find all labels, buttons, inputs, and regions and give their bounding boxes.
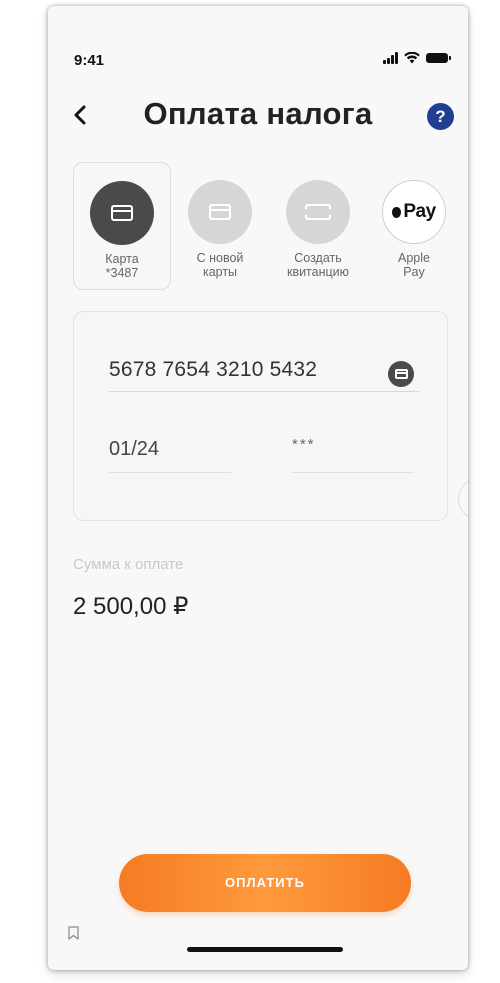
method-saved-card[interactable]: Карта *3487 [73,162,171,290]
phone-screen: 9:41 Оплата налога ? Карта *3487 С новой… [48,6,468,970]
card-icon [111,205,133,221]
method-label: Apple Pay [398,251,430,279]
amount-label: Сумма к оплате [73,556,184,573]
pay-button[interactable]: ОПЛАТИТЬ [119,854,411,912]
card-form: 5678 7654 3210 5432 01/24 *** [73,311,448,521]
method-label: Создать квитанцию [286,251,350,279]
ticket-icon [302,204,334,220]
apple-logo-icon [392,207,402,218]
cvv-field[interactable]: *** [292,436,316,453]
expiry-field[interactable]: 01/24 [109,438,159,461]
battery-icon [426,53,451,63]
apple-pay-mark: Pay [403,201,436,222]
payment-methods: Карта *3487 С новой карты Создать квитан… [73,162,463,296]
wifi-icon [404,52,420,64]
method-new-card[interactable]: С новой карты [171,162,269,290]
create-receipt-circle [286,180,350,244]
expiry-underline [109,472,231,473]
help-icon[interactable]: ? [427,103,454,130]
method-label: Карта *3487 [105,252,139,280]
new-card-circle [188,180,252,244]
status-icons [383,52,451,64]
next-card-peek[interactable] [458,478,468,520]
card-number-field[interactable]: 5678 7654 3210 5432 [109,358,317,382]
home-indicator[interactable] [187,947,343,952]
card-icon [209,204,231,220]
method-create-receipt[interactable]: Создать квитанцию [269,162,367,290]
cvv-underline [292,472,414,473]
apple-pay-icon: Pay [392,201,436,223]
signal-icon [383,52,398,64]
amount-value: 2 500,00 ₽ [73,593,189,620]
card-number-underline [109,391,419,392]
saved-card-circle [90,181,154,245]
method-label: С новой карты [196,251,244,279]
card-icon [394,369,408,379]
method-apple-pay[interactable]: Pay Apple Pay [365,162,463,290]
bookmark-icon[interactable] [68,926,79,940]
screenshot-frame: 9:41 Оплата налога ? Карта *3487 С новой… [0,0,500,983]
status-time: 9:41 [74,52,105,69]
page-title: Оплата налога [143,96,373,131]
apple-pay-circle: Pay [382,180,446,244]
card-type-icon [388,361,414,387]
